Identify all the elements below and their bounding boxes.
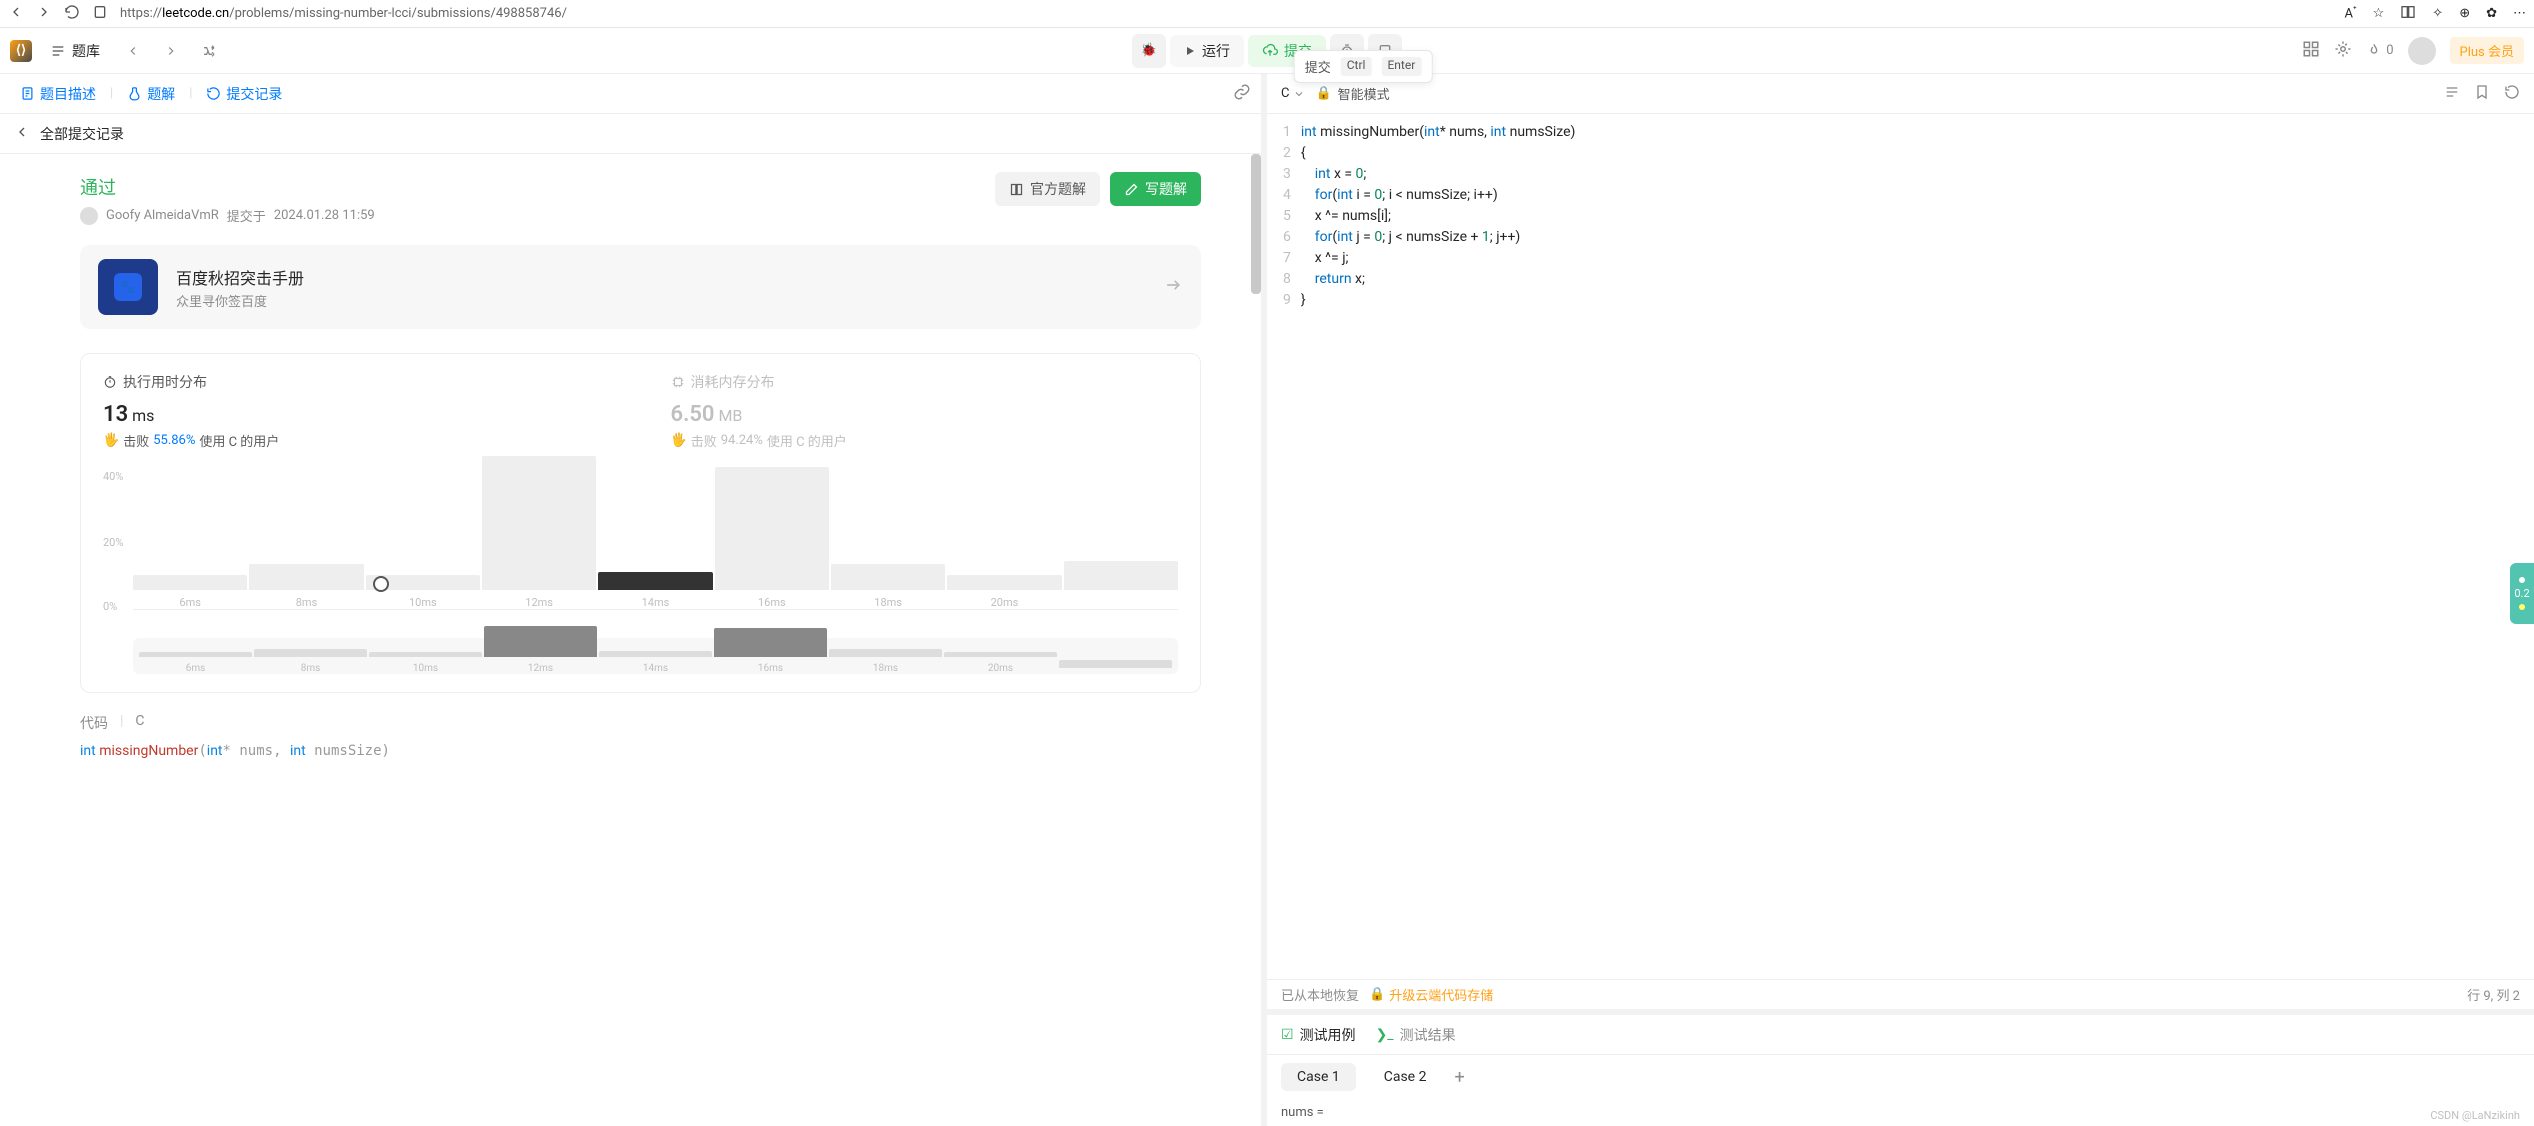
submitter-name[interactable]: Goofy AlmeidaVmR: [106, 208, 219, 223]
collections-icon[interactable]: ✧: [2432, 6, 2443, 21]
runtime-mini-chart[interactable]: 6ms8ms10ms12ms14ms16ms18ms20ms: [103, 638, 1178, 674]
case-selector: Case 1 Case 2 +: [1267, 1055, 2534, 1099]
cursor-position: 行 9, 列 2: [2467, 985, 2520, 1004]
runtime-stat[interactable]: 执行用时分布 13 ms 🖐 击败 55.86% 使用 C 的用户: [103, 372, 611, 450]
submissions-header: 全部提交记录: [0, 114, 1261, 154]
random-problem-button[interactable]: [194, 37, 226, 65]
format-button[interactable]: [2444, 84, 2460, 104]
promo-subtitle: 众里寻你签百度: [176, 291, 304, 310]
back-button[interactable]: [8, 4, 24, 24]
editor-toolbar: C 🔒 智能模式: [1267, 74, 2534, 114]
user-avatar[interactable]: [2408, 37, 2436, 65]
lock-icon: 🔒: [1369, 987, 1385, 1002]
submissions-title: 全部提交记录: [40, 124, 124, 144]
text-size-icon[interactable]: A⁺: [2345, 5, 2357, 21]
code-preview: int missingNumber(int* nums, int numsSiz…: [80, 743, 1201, 759]
test-input-label: nums =: [1267, 1099, 2534, 1126]
forward-button[interactable]: [36, 4, 52, 24]
submitter-avatar-icon: [80, 207, 98, 225]
promo-title: 百度秋招突击手册: [176, 265, 304, 289]
next-problem-button[interactable]: [156, 38, 186, 64]
hand-icon: 🖐: [103, 433, 119, 448]
refresh-button[interactable]: [64, 4, 80, 24]
terminal-icon: ❯_: [1376, 1027, 1394, 1043]
official-solution-button[interactable]: 官方题解: [995, 172, 1100, 206]
site-info-icon[interactable]: [92, 4, 108, 24]
arrow-right-icon: [1163, 275, 1183, 299]
debug-button[interactable]: 🐞: [1132, 34, 1166, 68]
watermark: CSDN @LaNzikinh: [2430, 1109, 2520, 1122]
case-1-chip[interactable]: Case 1: [1281, 1063, 1356, 1091]
code-label: 代码: [80, 713, 108, 733]
cloud-upgrade-link[interactable]: 🔒 升级云端代码存储: [1369, 985, 1493, 1004]
submit-tooltip: 提交 Ctrl Enter: [1294, 50, 1433, 83]
plus-badge[interactable]: Plus 会员: [2450, 37, 2524, 64]
left-tabs: 题目描述 | 题解 | 提交记录: [0, 74, 1261, 114]
test-results-tab[interactable]: ❯_ 测试结果: [1376, 1025, 1456, 1045]
tab-description[interactable]: 题目描述: [10, 78, 106, 110]
code-lang: C: [135, 713, 144, 733]
chart-marker: [373, 576, 389, 592]
run-button[interactable]: 运行: [1170, 35, 1244, 67]
memory-stat[interactable]: 消耗内存分布 6.50 MB 🖐 击败 94.24% 使用 C 的用户: [671, 372, 1179, 450]
url-bar[interactable]: https://leetcode.cn/problems/missing-num…: [120, 6, 2333, 21]
language-select[interactable]: C: [1281, 86, 1305, 101]
submission-meta: Goofy AlmeidaVmR 提交于 2024.01.28 11:59: [80, 206, 1201, 225]
scrollbar-thumb[interactable]: [1251, 154, 1261, 294]
feedback-widget[interactable]: 0.2: [2510, 563, 2534, 624]
streak-indicator[interactable]: 0: [2366, 43, 2393, 59]
more-icon[interactable]: ⋯: [2513, 6, 2526, 21]
back-to-list-button[interactable]: [14, 124, 30, 144]
editor-status-bar: 已从本地恢复 🔒 升级云端代码存储 行 9, 列 2: [1267, 979, 2534, 1009]
leetcode-logo[interactable]: ⟨⟩: [10, 40, 32, 62]
addon-icon[interactable]: ⊕: [2459, 6, 2470, 21]
split-icon[interactable]: [2400, 4, 2416, 24]
tab-submissions[interactable]: 提交记录: [196, 78, 292, 110]
browser-bar: https://leetcode.cn/problems/missing-num…: [0, 0, 2534, 28]
extension-icon[interactable]: ✿: [2486, 6, 2497, 21]
problems-library-button[interactable]: 题库: [40, 37, 110, 65]
promo-card[interactable]: 🐾 百度秋招突击手册 众里寻你签百度: [80, 245, 1201, 329]
lock-icon: 🔒: [1315, 86, 1331, 101]
smart-mode-indicator[interactable]: 🔒 智能模式: [1315, 84, 1389, 103]
write-solution-button[interactable]: 写题解: [1110, 172, 1201, 206]
add-case-button[interactable]: +: [1454, 1067, 1464, 1088]
share-link-icon[interactable]: [1233, 83, 1251, 105]
stats-card: 执行用时分布 13 ms 🖐 击败 55.86% 使用 C 的用户: [80, 353, 1201, 693]
app-toolbar: ⟨⟩ 题库 🐞 运行 提交 0 Plus 会员: [0, 28, 2534, 74]
bookmark-button[interactable]: [2474, 84, 2490, 104]
restore-notice: 已从本地恢复: [1281, 985, 1359, 1004]
reset-button[interactable]: [2504, 84, 2520, 104]
tab-solution[interactable]: 题解: [117, 78, 185, 110]
prev-problem-button[interactable]: [118, 38, 148, 64]
favorite-icon[interactable]: ☆: [2373, 6, 2385, 21]
case-2-chip[interactable]: Case 2: [1368, 1063, 1443, 1091]
test-cases-tab[interactable]: ☑ 测试用例: [1281, 1025, 1356, 1045]
promo-image: 🐾: [98, 259, 158, 315]
check-icon: ☑: [1281, 1027, 1294, 1043]
code-editor[interactable]: 123456789 int missingNumber(int* nums, i…: [1267, 114, 2534, 979]
test-panel-tabs: ☑ 测试用例 ❯_ 测试结果: [1267, 1015, 2534, 1055]
runtime-chart: 40% 20% 0% 6ms8ms10ms12ms14ms16ms18ms20m…: [103, 470, 1178, 630]
settings-button[interactable]: [2334, 40, 2352, 62]
layout-button[interactable]: [2302, 40, 2320, 62]
